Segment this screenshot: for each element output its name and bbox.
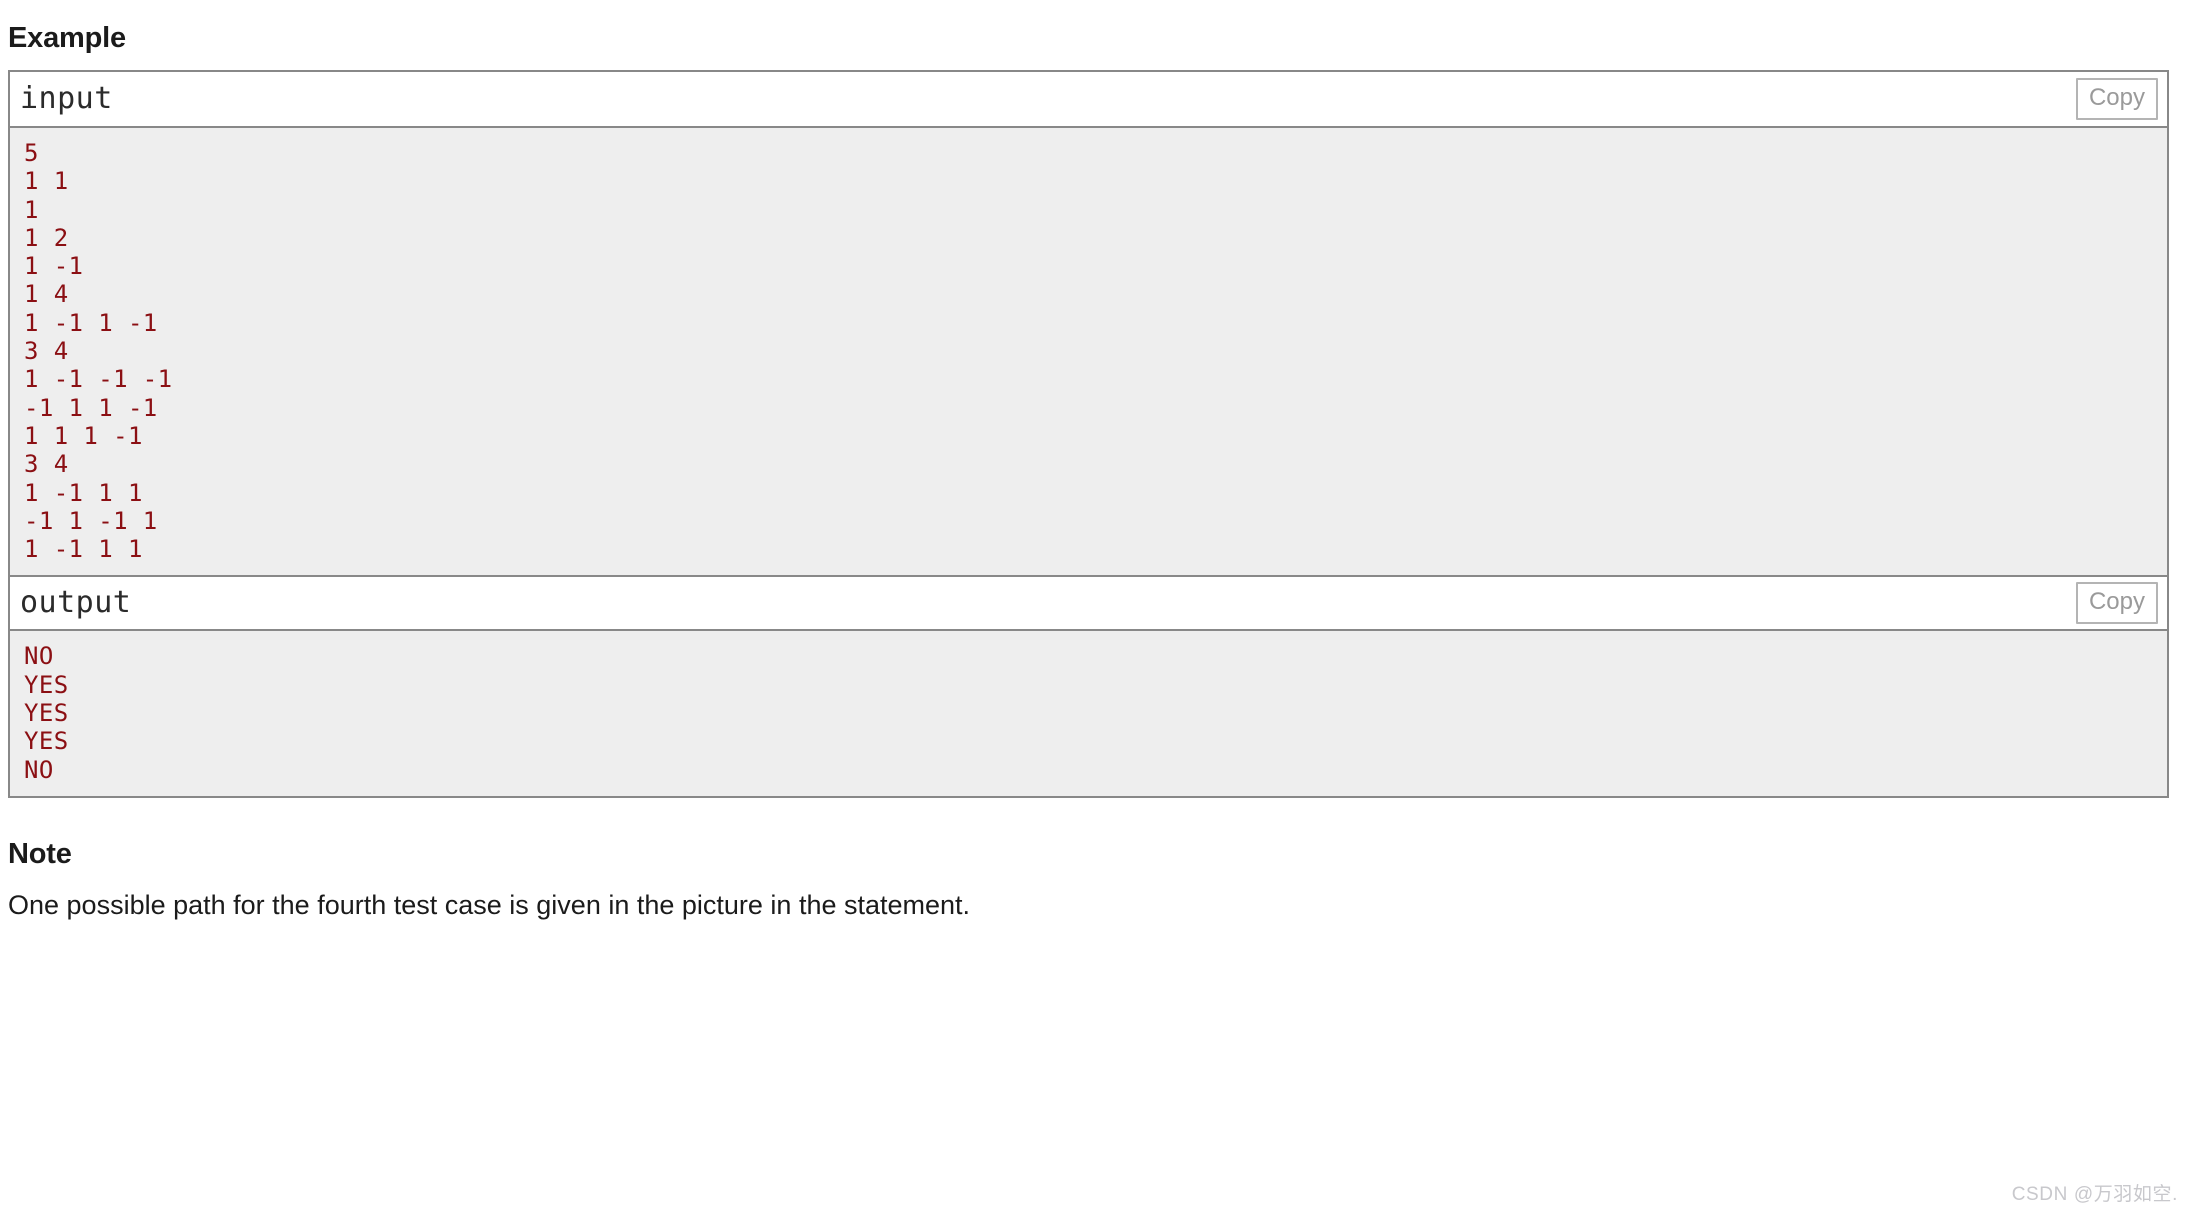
sample-tests-panel: input Copy 5 1 1 1 1 2 1 -1 1 4 1 -1 1 -… xyxy=(8,70,2169,798)
example-heading: Example xyxy=(8,22,126,54)
copy-output-button[interactable]: Copy xyxy=(2075,582,2158,625)
note-heading: Note xyxy=(8,837,72,870)
output-block-title: output xyxy=(20,585,132,621)
sample-test-input-block: input Copy 5 1 1 1 1 2 1 -1 1 4 1 -1 1 -… xyxy=(10,72,2167,576)
input-block-title: input xyxy=(20,81,113,116)
output-sample-text: NO YES YES YES NO xyxy=(10,629,2167,796)
copy-input-button[interactable]: Copy xyxy=(2075,78,2158,120)
problem-statement-page: Example input Copy 5 1 1 1 1 2 1 -1 1 4 … xyxy=(0,0,2192,921)
input-sample-text: 5 1 1 1 1 2 1 -1 1 4 1 -1 1 -1 3 4 1 -1 … xyxy=(10,126,2167,576)
input-block-header: input Copy xyxy=(10,72,2167,126)
sample-test-output-block: output Copy NO YES YES YES NO xyxy=(10,575,2167,796)
note-paragraph: One possible path for the fourth test ca… xyxy=(8,889,971,920)
output-block-header: output Copy xyxy=(10,575,2167,630)
csdn-watermark: CSDN @万羽如空. xyxy=(2011,1184,2178,1205)
